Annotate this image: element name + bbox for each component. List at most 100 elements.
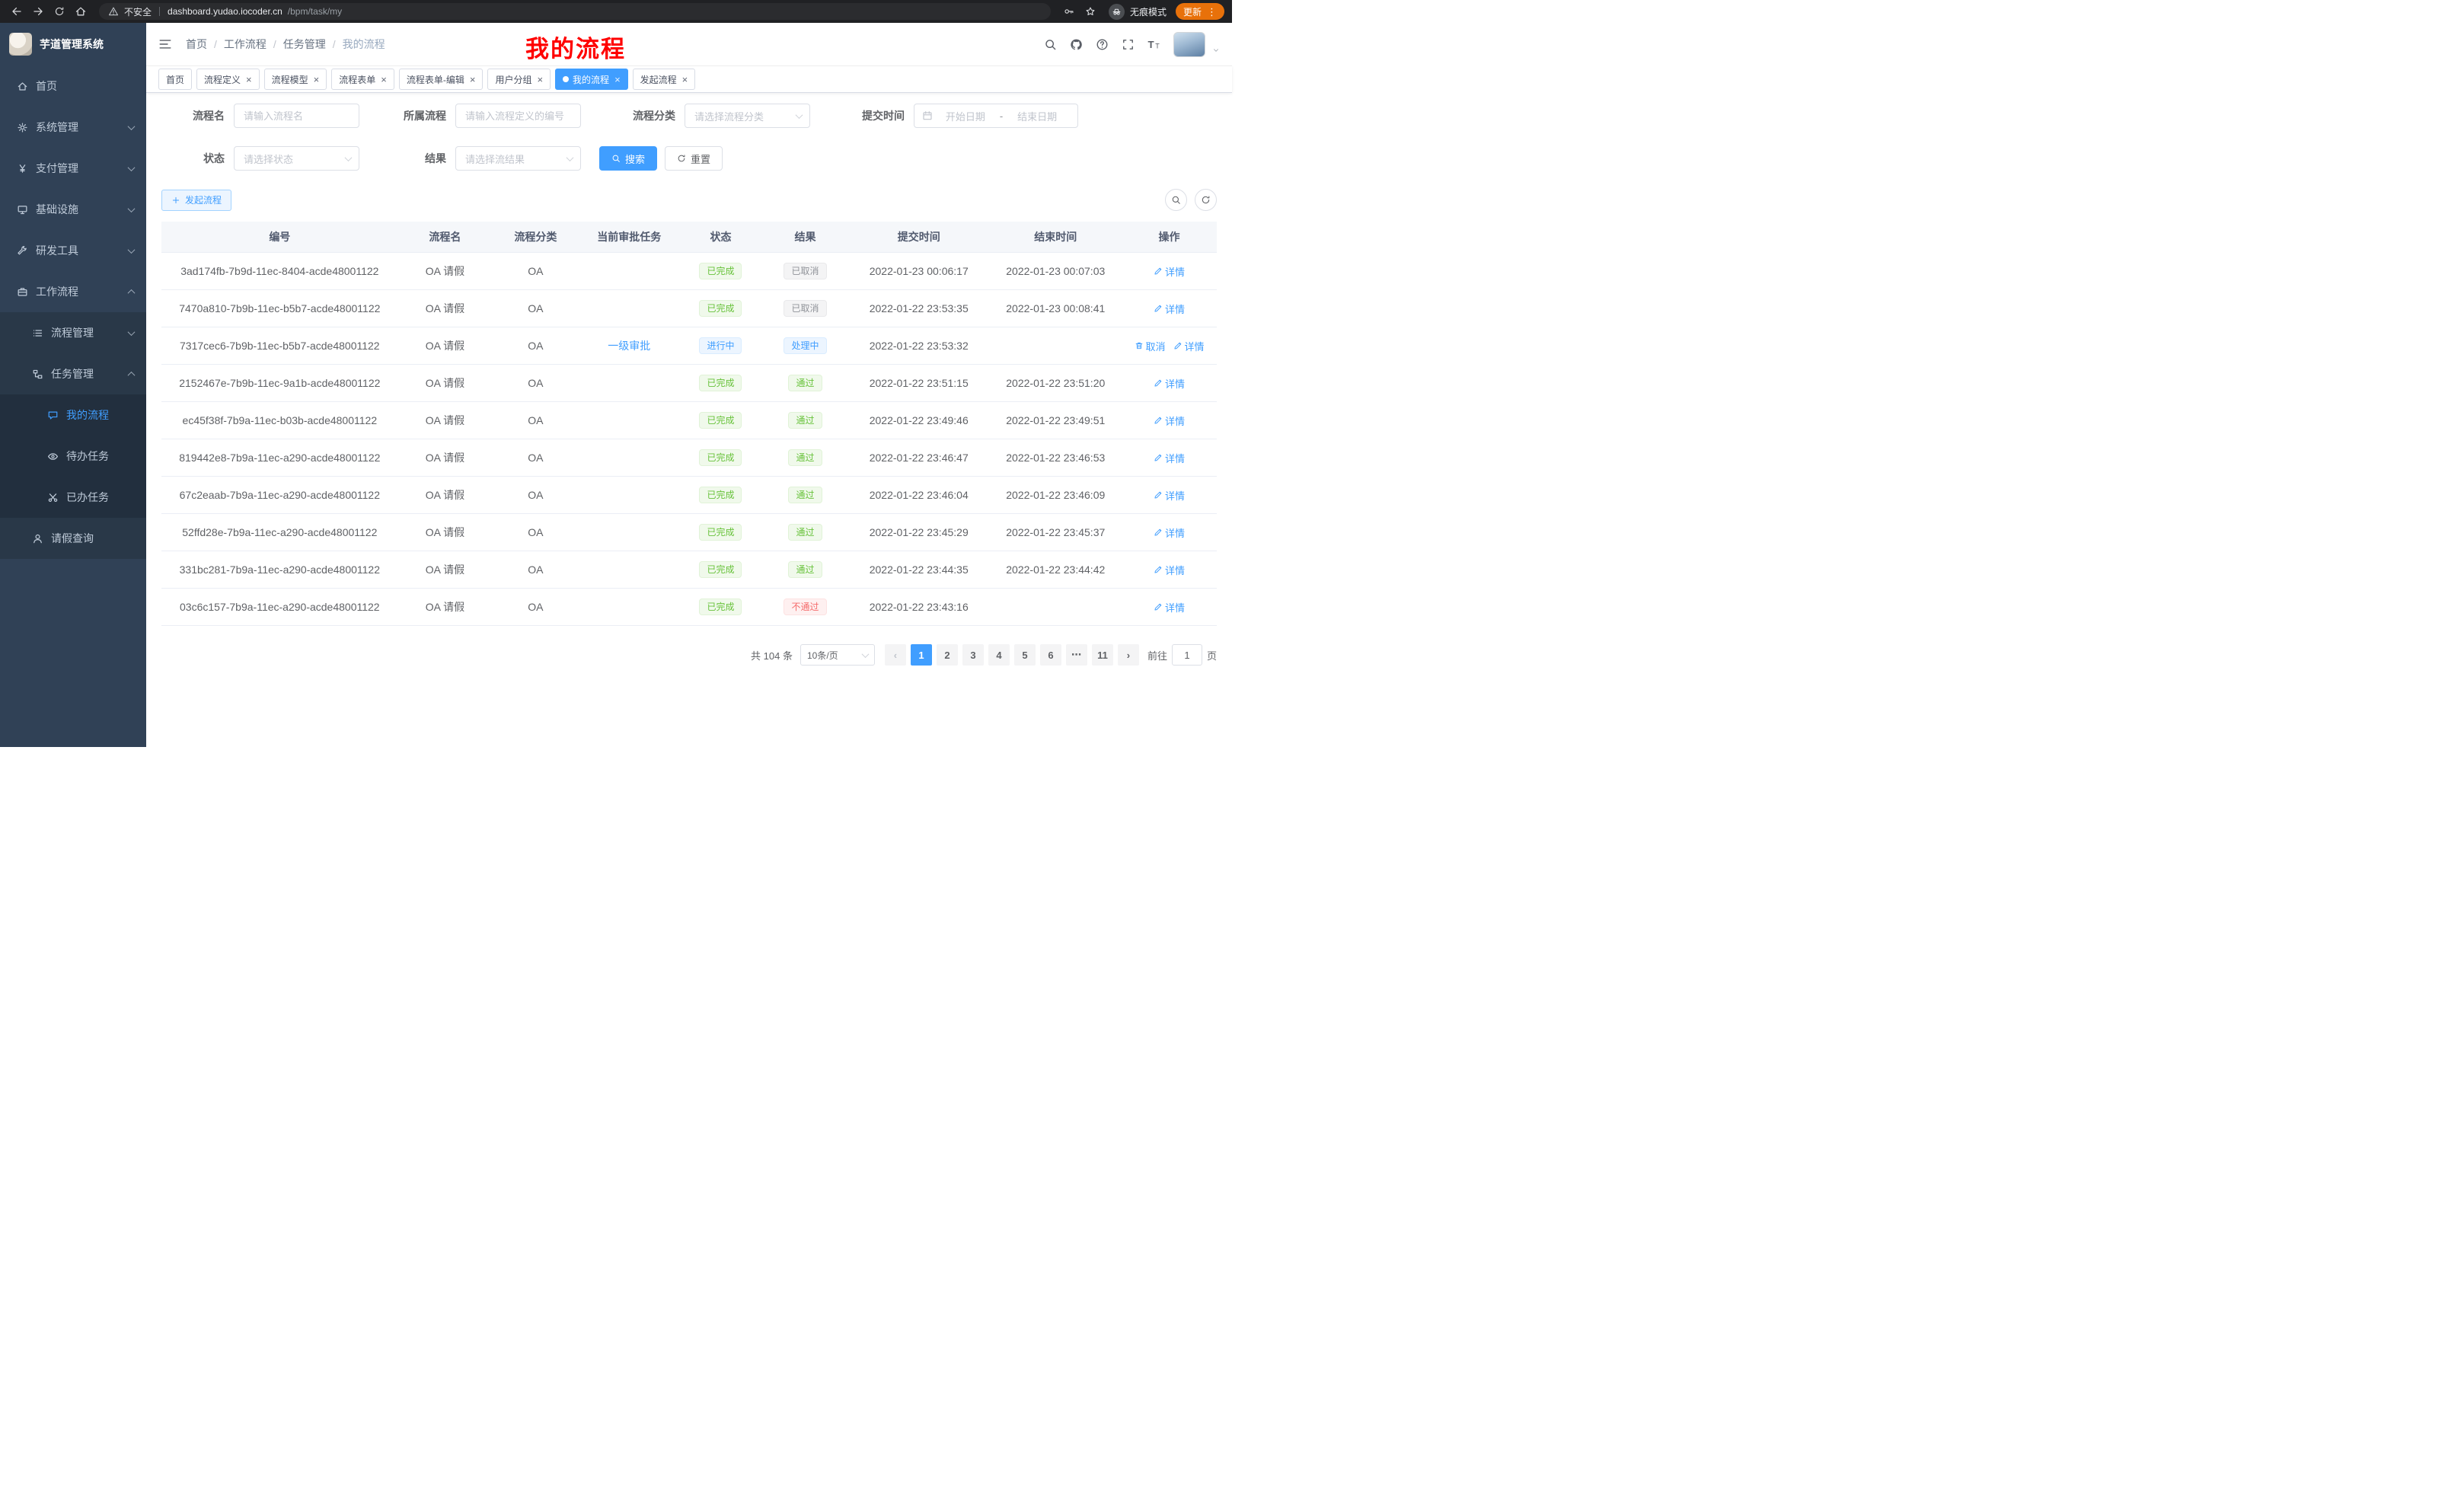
status-tag: 已完成 xyxy=(699,412,742,429)
breadcrumb-item[interactable]: 首页 xyxy=(186,37,207,52)
menu-dots-icon[interactable]: ⋮ xyxy=(1207,7,1217,17)
cell-result: 通过 xyxy=(762,514,848,551)
detail-link[interactable]: 详情 xyxy=(1154,451,1185,465)
tab-process-form[interactable]: 流程表单× xyxy=(331,69,394,90)
tab-process-definition[interactable]: 流程定义× xyxy=(196,69,260,90)
start-process-button[interactable]: 发起流程 xyxy=(161,190,231,211)
update-button[interactable]: 更新 ⋮ xyxy=(1176,3,1224,20)
sidebar-item-dev-tools[interactable]: 研发工具 xyxy=(0,230,146,271)
page-button-5[interactable]: 5 xyxy=(1014,644,1036,666)
user-avatar[interactable] xyxy=(1173,32,1205,57)
sidebar-item-process-management[interactable]: 流程管理 xyxy=(0,312,146,353)
tab-home[interactable]: 首页 xyxy=(158,69,192,90)
detail-link[interactable]: 详情 xyxy=(1154,264,1185,279)
sidebar-item-home[interactable]: 首页 xyxy=(0,65,146,107)
browser-back-button[interactable] xyxy=(8,2,26,21)
header-search-button[interactable] xyxy=(1044,38,1057,51)
help-button[interactable] xyxy=(1096,38,1109,51)
sidebar-collapse-button[interactable] xyxy=(158,37,172,51)
sidebar-item-workflow[interactable]: 工作流程 xyxy=(0,271,146,312)
process-name-input[interactable] xyxy=(234,104,359,128)
task-link[interactable]: 一级审批 xyxy=(608,340,650,352)
table-row: ec45f38f-7b9a-11ec-b03b-acde48001122OA 请… xyxy=(161,402,1217,439)
svg-text:T: T xyxy=(1148,39,1154,50)
browser-home-button[interactable] xyxy=(72,2,90,21)
tab-close-icon[interactable]: × xyxy=(614,75,621,85)
pager-more-button[interactable]: ⋯ xyxy=(1066,644,1087,666)
chat-icon xyxy=(47,410,59,421)
address-bar[interactable]: 不安全 dashboard.yudao.iocoder.cn/bpm/task/… xyxy=(99,3,1051,20)
home-icon xyxy=(17,81,28,92)
breadcrumb-item[interactable]: 工作流程 xyxy=(224,37,267,52)
page-button-11[interactable]: 11 xyxy=(1092,644,1113,666)
tab-my-process[interactable]: 我的流程× xyxy=(555,69,628,90)
detail-link[interactable]: 详情 xyxy=(1154,563,1185,577)
cell-end-time: 2022-01-22 23:49:51 xyxy=(989,402,1122,439)
tab-start-process[interactable]: 发起流程× xyxy=(633,69,696,90)
process-definition-input[interactable] xyxy=(455,104,581,128)
sidebar-item-infrastructure[interactable]: 基础设施 xyxy=(0,189,146,230)
github-link[interactable] xyxy=(1070,38,1083,51)
caret-down-icon[interactable] xyxy=(1212,46,1220,54)
column-header: 流程分类 xyxy=(492,222,579,253)
page-size-select[interactable]: 10条/页 xyxy=(800,644,875,666)
search-button[interactable]: 搜索 xyxy=(599,146,657,171)
edit-icon xyxy=(1154,602,1163,611)
page-button-1[interactable]: 1 xyxy=(911,644,932,666)
detail-link[interactable]: 详情 xyxy=(1154,600,1185,615)
tab-close-icon[interactable]: × xyxy=(682,75,688,85)
result-select[interactable]: 请选择流结果 xyxy=(455,146,581,171)
browser-forward-button[interactable] xyxy=(29,2,47,21)
edit-icon xyxy=(1154,378,1163,388)
sidebar-item-my-process[interactable]: 我的流程 xyxy=(0,394,146,436)
prev-page-button[interactable]: ‹ xyxy=(885,644,906,666)
tab-close-icon[interactable]: × xyxy=(470,75,476,85)
tab-process-form-edit[interactable]: 流程表单-编辑× xyxy=(399,69,484,90)
cancel-link[interactable]: 取消 xyxy=(1135,339,1166,353)
password-manager-button[interactable] xyxy=(1060,2,1078,21)
browser-reload-button[interactable] xyxy=(50,2,69,21)
tab-close-icon[interactable]: × xyxy=(314,75,320,85)
detail-link[interactable]: 详情 xyxy=(1154,413,1185,428)
next-page-button[interactable]: › xyxy=(1118,644,1139,666)
submit-time-range-picker[interactable]: 开始日期 - 结束日期 xyxy=(914,104,1078,128)
tab-user-group[interactable]: 用户分组× xyxy=(487,69,551,90)
page-button-3[interactable]: 3 xyxy=(962,644,984,666)
tab-process-model[interactable]: 流程模型× xyxy=(264,69,327,90)
sidebar-item-payment-management[interactable]: 支付管理 xyxy=(0,148,146,189)
detail-link[interactable]: 详情 xyxy=(1154,525,1185,540)
filter-status-label: 状态 xyxy=(171,151,234,166)
page-button-2[interactable]: 2 xyxy=(937,644,958,666)
detail-link[interactable]: 详情 xyxy=(1173,339,1205,353)
sidebar-item-done-tasks[interactable]: 已办任务 xyxy=(0,477,146,518)
bookmark-button[interactable] xyxy=(1081,2,1100,21)
sidebar-item-task-management[interactable]: 任务管理 xyxy=(0,353,146,394)
app: 芋道管理系统 首页系统管理支付管理基础设施研发工具工作流程流程管理任务管理我的流… xyxy=(0,23,1232,747)
table-row: 7317cec6-7b9b-11ec-b5b7-acde48001122OA 请… xyxy=(161,327,1217,365)
detail-link[interactable]: 详情 xyxy=(1154,488,1185,503)
sidebar-item-system-management[interactable]: 系统管理 xyxy=(0,107,146,148)
breadcrumb-item[interactable]: 任务管理 xyxy=(283,37,326,52)
page-button-4[interactable]: 4 xyxy=(988,644,1010,666)
reset-button[interactable]: 重置 xyxy=(665,146,723,171)
eye-icon xyxy=(47,451,59,462)
sidebar-item-todo-tasks[interactable]: 待办任务 xyxy=(0,436,146,477)
fullscreen-button[interactable] xyxy=(1122,38,1135,51)
result-tag: 通过 xyxy=(788,375,822,391)
cell-operations: 取消详情 xyxy=(1122,327,1217,365)
toggle-search-button[interactable] xyxy=(1165,189,1187,211)
font-size-button[interactable]: TT xyxy=(1147,38,1160,51)
detail-link[interactable]: 详情 xyxy=(1154,302,1185,316)
detail-link[interactable]: 详情 xyxy=(1154,376,1185,391)
cell-submit-time: 2022-01-22 23:51:15 xyxy=(848,365,989,402)
tab-close-icon[interactable]: × xyxy=(537,75,543,85)
category-select[interactable]: 请选择流程分类 xyxy=(685,104,810,128)
tab-close-icon[interactable]: × xyxy=(381,75,387,85)
page-button-6[interactable]: 6 xyxy=(1040,644,1061,666)
status-select[interactable]: 请选择状态 xyxy=(234,146,359,171)
refresh-table-button[interactable] xyxy=(1195,189,1217,211)
goto-page-input[interactable] xyxy=(1172,644,1202,666)
tab-close-icon[interactable]: × xyxy=(246,75,252,85)
sidebar-item-leave-query[interactable]: 请假查询 xyxy=(0,518,146,559)
sidebar-item-label: 工作流程 xyxy=(36,284,78,299)
